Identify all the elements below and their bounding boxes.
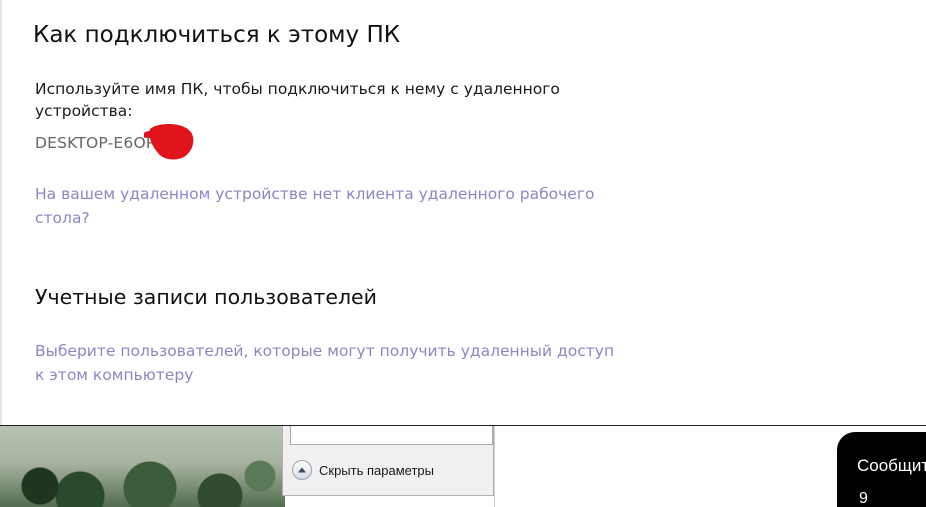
user-accounts-heading: Учетные записи пользователей [35,285,377,309]
background-dialog: Скрыть параметры [282,426,494,496]
connect-heading: Как подключиться к этому ПК [33,22,401,48]
hide-parameters-button[interactable]: Скрыть параметры [292,460,434,480]
background-windows: Скрыть параметры Сообщит 9 [0,425,926,507]
background-gap [792,426,837,507]
select-users-link[interactable]: Выберите пользователей, которые могут по… [35,339,625,387]
chevron-up-icon [292,460,312,480]
hide-parameters-label: Скрыть параметры [319,462,434,478]
remote-desktop-settings-panel: Как подключиться к этому ПК Используйте … [0,0,926,425]
notification-glyph: 9 [859,490,868,507]
background-window-area [494,426,792,507]
no-client-help-link[interactable]: На вашем удаленном устройстве нет клиент… [35,182,625,230]
dialog-list-box [290,426,493,445]
pc-name: DESKTOP-E6OP [35,134,156,152]
connect-description: Используйте имя ПК, чтобы подключиться к… [35,80,560,120]
notification-title: Сообщит [857,456,926,475]
notification-toast[interactable]: Сообщит 9 [837,432,926,507]
redaction-scribble [144,123,194,160]
desktop-wallpaper [0,426,285,507]
